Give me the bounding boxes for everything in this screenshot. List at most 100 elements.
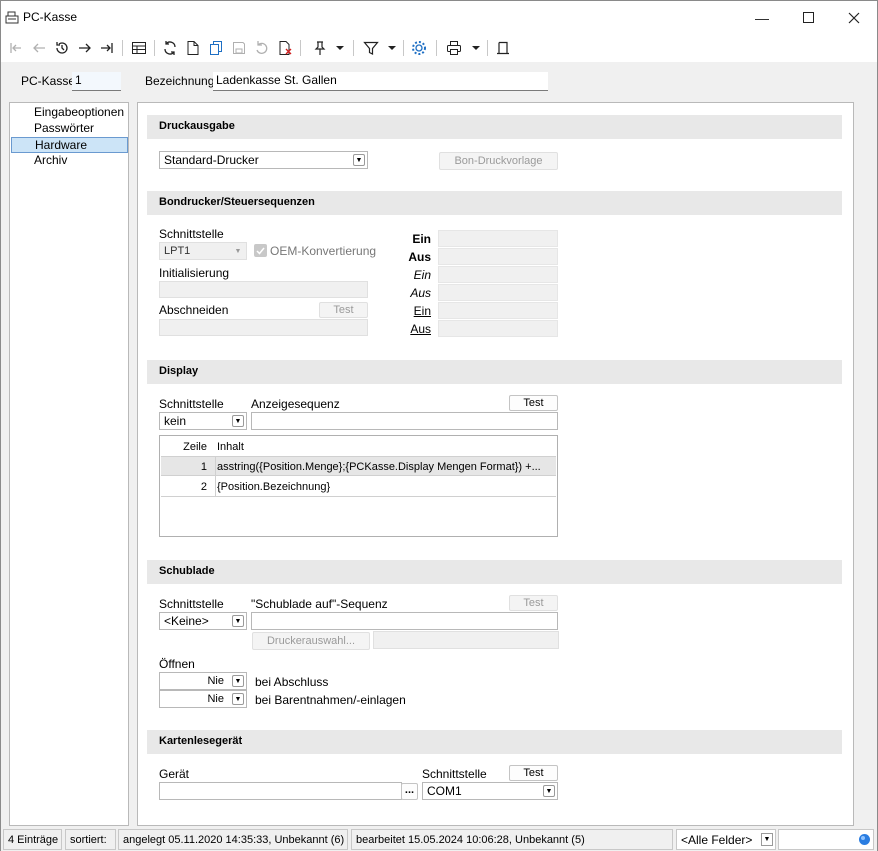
next-record-button[interactable] xyxy=(75,38,95,58)
karten-schnittstelle-select[interactable]: COM1 ▼ xyxy=(422,782,558,800)
bondrucker-schnittstelle-select[interactable]: LPT1 ▼ xyxy=(159,242,247,260)
schublade-schnittstelle-select[interactable]: <Keine> ▼ xyxy=(159,612,247,630)
row-inhalt: {Position.Bezeichnung} xyxy=(217,481,331,493)
filter-button[interactable] xyxy=(361,38,381,58)
status-created: angelegt 05.11.2020 14:35:33, Unbekannt … xyxy=(118,829,348,850)
pin-dropdown[interactable] xyxy=(333,38,347,58)
oem-checkbox[interactable] xyxy=(254,244,267,257)
sidebar-item-passwoerter[interactable]: Passwörter xyxy=(10,121,128,137)
history-button[interactable] xyxy=(52,38,72,58)
seq-underline-on-field[interactable] xyxy=(438,302,558,319)
grid-header: Zeile Inhalt xyxy=(161,438,556,456)
section-display: Display xyxy=(147,360,842,384)
title-bar: PC-Kasse — xyxy=(1,1,877,34)
sidebar-item-eingabeoptionen[interactable]: Eingabeoptionen xyxy=(10,105,128,121)
receipt-button[interactable] xyxy=(493,38,513,58)
field-filter-value: <Alle Felder> xyxy=(681,833,753,847)
section-kartenlesegeraet: Kartenlesegerät xyxy=(147,730,842,754)
display-schnittstelle-select[interactable]: kein ▼ xyxy=(159,412,247,430)
seq-italic-on-field[interactable] xyxy=(438,266,558,283)
column-header-inhalt[interactable]: Inhalt xyxy=(217,441,557,453)
abschneiden-label: Abschneiden xyxy=(159,303,229,317)
last-record-button[interactable] xyxy=(97,38,117,58)
table-row[interactable]: 1 asstring({Position.Menge};{PCKasse.Dis… xyxy=(161,456,556,477)
karten-test-button[interactable]: Test xyxy=(509,765,558,781)
chevron-down-icon: ▼ xyxy=(232,693,244,705)
cash-register-icon xyxy=(5,11,19,24)
seq-aus-bold-label: Aus xyxy=(408,250,431,264)
first-record-button[interactable] xyxy=(6,38,26,58)
caret-down-icon xyxy=(388,45,396,50)
pckasse-label: PC-Kasse xyxy=(21,74,76,88)
last-icon xyxy=(101,43,113,53)
drucker-field[interactable] xyxy=(373,631,559,649)
bon-druckvorlage-button[interactable]: Bon-Druckvorlage xyxy=(439,152,558,170)
seq-bold-on-field[interactable] xyxy=(438,230,558,247)
browse-button[interactable]: ... xyxy=(401,783,418,800)
druckerauswahl-button[interactable]: Druckerauswahl... xyxy=(252,632,370,650)
row-zeile: 1 xyxy=(200,461,207,473)
arrow-right-icon xyxy=(79,43,91,53)
refresh-button[interactable] xyxy=(160,38,180,58)
chevron-down-icon: ▼ xyxy=(761,833,773,846)
seq-italic-off-field[interactable] xyxy=(438,284,558,301)
delete-button[interactable] xyxy=(275,38,295,58)
copy-button[interactable] xyxy=(206,38,226,58)
undo-icon xyxy=(256,41,268,54)
schublade-sequenz-field[interactable] xyxy=(251,612,558,630)
row-inhalt: asstring({Position.Menge};{PCKasse.Displ… xyxy=(217,461,541,473)
pin-icon xyxy=(314,41,326,55)
filter-dropdown[interactable] xyxy=(385,38,399,58)
schublade-test-button[interactable]: Test xyxy=(509,595,558,611)
pckasse-field[interactable]: 1 xyxy=(72,72,121,91)
oeffnen-abschluss-select[interactable]: Nie ▼ xyxy=(159,672,247,690)
close-icon xyxy=(848,12,860,23)
column-header-zeile[interactable]: Zeile xyxy=(161,441,211,453)
initialisierung-label: Initialisierung xyxy=(159,266,230,280)
barentnahmen-label: bei Barentnahmen/-einlagen xyxy=(255,693,406,707)
anzeigesequenz-field[interactable] xyxy=(251,412,558,430)
sidebar-item-hardware[interactable]: Hardware xyxy=(11,137,128,153)
save-button[interactable] xyxy=(229,38,249,58)
section-schublade: Schublade xyxy=(147,560,842,584)
bondrucker-schnittstelle-value: LPT1 xyxy=(164,245,191,257)
check-icon xyxy=(256,247,265,255)
maximize-button[interactable] xyxy=(785,1,831,34)
scrollbar[interactable] xyxy=(848,103,853,825)
sidebar-item-archiv[interactable]: Archiv xyxy=(10,153,128,169)
anzeigesequenz-label: Anzeigesequenz xyxy=(251,397,340,411)
printer-select[interactable]: Standard-Drucker ▼ xyxy=(159,151,368,169)
display-test-button[interactable]: Test xyxy=(509,395,558,411)
geraet-field[interactable] xyxy=(159,782,402,800)
schublade-schnittstelle-value: <Keine> xyxy=(164,614,209,628)
receipt-icon xyxy=(497,41,509,55)
print-button[interactable] xyxy=(444,38,464,58)
seq-underline-off-field[interactable] xyxy=(438,320,558,337)
oeffnen-barentnahmen-select[interactable]: Nie ▼ xyxy=(159,690,247,708)
section-bondrucker: Bondrucker/Steuersequenzen xyxy=(147,191,842,215)
main-window: PC-Kasse — PC-Kasse 1 Bezeichnung Ladenk… xyxy=(0,0,878,851)
status-search-input[interactable] xyxy=(778,829,874,850)
minimize-button[interactable]: — xyxy=(739,1,785,34)
initialisierung-field[interactable] xyxy=(159,281,368,298)
abschneiden-field[interactable] xyxy=(159,319,368,336)
table-row[interactable]: 2 {Position.Bezeichnung} xyxy=(161,477,556,497)
undo-button[interactable] xyxy=(252,38,272,58)
display-schnittstelle-label: Schnittstelle xyxy=(159,397,224,411)
seq-bold-off-field[interactable] xyxy=(438,248,558,265)
print-dropdown[interactable] xyxy=(469,38,483,58)
abschluss-label: bei Abschluss xyxy=(255,675,329,689)
settings-button[interactable] xyxy=(409,38,429,58)
bondrucker-test-button[interactable]: Test xyxy=(319,302,368,318)
geraet-label: Gerät xyxy=(159,767,190,781)
oeffnen-abschluss-value: Nie xyxy=(207,675,224,687)
field-filter-select[interactable]: <Alle Felder> ▼ xyxy=(676,829,776,850)
history-icon xyxy=(56,42,68,54)
previous-record-button[interactable] xyxy=(29,38,49,58)
table-view-button[interactable] xyxy=(129,38,149,58)
pin-button[interactable] xyxy=(310,38,330,58)
close-button[interactable] xyxy=(831,1,877,34)
new-button[interactable] xyxy=(183,38,203,58)
bondrucker-schnittstelle-label: Schnittstelle xyxy=(159,227,224,241)
bezeichnung-field[interactable]: Ladenkasse St. Gallen xyxy=(213,72,548,91)
